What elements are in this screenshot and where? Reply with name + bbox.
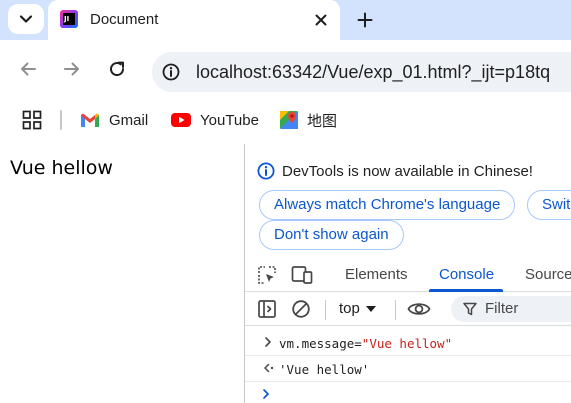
toolbar-divider [325,300,326,320]
reload-button[interactable] [106,58,128,80]
back-button[interactable] [17,58,39,80]
browser-tab[interactable]: JI Document [48,0,340,40]
chevron-down-icon [19,15,33,23]
live-expression-eye-icon[interactable] [407,300,431,323]
bookmark-youtube[interactable]: YouTube [171,110,259,130]
bookmark-label: YouTube [200,111,259,129]
filter-funnel-icon [463,302,477,316]
switch-language-button[interactable]: Switch [527,190,571,220]
inspect-element-icon[interactable] [257,265,277,290]
site-info-icon[interactable] [162,63,180,86]
console-input-line: vm.message="Vue hellow" [245,330,571,356]
youtube-icon [171,113,191,127]
context-label: top [339,300,360,317]
console-output-value: 'Vue hellow' [279,362,370,377]
tab-elements[interactable]: Elements [345,266,408,283]
bookmark-maps[interactable]: 地图 [280,110,337,130]
info-icon [257,162,275,180]
jetbrains-favicon-icon: JI [60,10,78,28]
new-tab-button[interactable] [352,8,378,32]
bookmark-gmail[interactable]: Gmail [80,110,148,130]
bookmarks-bar: Gmail YouTube 地图 [0,98,571,144]
sidebar-toggle-icon[interactable] [257,299,277,324]
filter-placeholder: Filter [485,300,519,317]
url-text[interactable]: localhost:63342/Vue/exp_01.html?_ijt=p18… [196,62,550,83]
console-prompt[interactable] [261,387,271,403]
arrow-left-icon [21,62,36,76]
triangle-down-icon [365,305,376,312]
plus-icon [357,12,373,28]
tab-strip: JI Document [0,0,571,40]
context-selector[interactable]: top [339,300,376,317]
console-toolbar: top Filter [245,292,571,326]
gmail-icon [81,113,99,127]
tab-close-button[interactable] [312,11,330,29]
clear-console-icon[interactable] [291,299,311,324]
return-arrow-icon [264,363,274,373]
arrow-right-icon [64,62,79,76]
console-filter-input[interactable]: Filter [451,296,571,322]
address-bar[interactable]: localhost:63342/Vue/exp_01.html?_ijt=p18… [152,52,571,92]
device-toolbar-icon[interactable] [291,265,313,290]
bookmark-label: 地图 [307,112,338,130]
apps-grid-icon[interactable] [22,110,42,135]
page-message-text: Vue hellow [10,157,113,179]
browser-toolbar: localhost:63342/Vue/exp_01.html?_ijt=p18… [0,40,571,98]
bookmark-label: Gmail [109,111,149,129]
tab-sources[interactable]: Source [525,266,571,283]
chevron-right-icon [263,389,269,399]
tab-title: Document [90,11,159,28]
maps-icon [280,111,298,129]
infobar-message: DevTools is now available in Chinese! [257,162,533,180]
close-icon [315,14,327,26]
devtools-tab-bar: Elements Console Source [245,258,571,292]
devtools-panel: DevTools is now available in Chinese! Al… [244,144,571,403]
reload-icon [110,61,125,77]
console-output-line: 'Vue hellow' [245,356,571,382]
infobar-text: DevTools is now available in Chinese! [282,162,533,180]
tab-search-button[interactable] [8,4,44,34]
always-match-language-button[interactable]: Always match Chrome's language [259,190,516,220]
dont-show-again-button[interactable]: Don't show again [259,220,404,250]
devtools-language-infobar: DevTools is now available in Chinese! Al… [245,144,571,258]
bookmarks-divider [60,110,62,130]
forward-button[interactable] [61,58,83,80]
console-input-code: vm.message="Vue hellow" [279,336,453,351]
chevron-right-icon [265,337,271,347]
tab-console[interactable]: Console [439,266,494,283]
toolbar-divider [395,300,396,320]
